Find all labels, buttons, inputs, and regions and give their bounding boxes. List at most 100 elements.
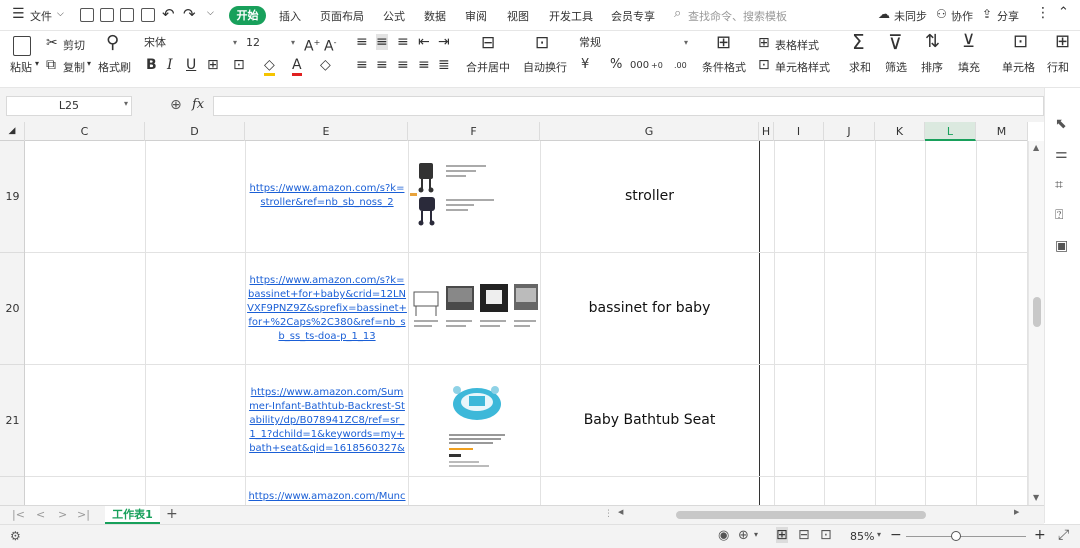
page-layout-view-icon[interactable]: ⊟	[798, 527, 810, 543]
cell-icon[interactable]: ⊡	[1013, 33, 1028, 51]
merge-center-icon[interactable]: ⊟	[481, 35, 495, 52]
select-pointer-icon[interactable]: ⬉	[1055, 116, 1067, 132]
row-header[interactable]: 19	[0, 141, 24, 253]
name-box[interactable]: L25	[6, 96, 132, 116]
column-header[interactable]: J	[824, 122, 875, 141]
fill-style-icon[interactable]: ⊡	[233, 57, 245, 73]
image-tool-icon[interactable]: ▣	[1055, 238, 1068, 254]
amazon-link-cell[interactable]: https://www.amazon.com/s?k=bassinet+for+…	[247, 274, 407, 346]
conditional-format-icon[interactable]: ⊞	[716, 34, 731, 52]
zoom-level[interactable]: 85%	[850, 530, 874, 543]
sheet-tab-active[interactable]: 工作表1	[105, 506, 160, 524]
tab-view[interactable]: 视图	[507, 8, 529, 24]
merge-center-button[interactable]: 合并居中	[466, 59, 510, 75]
align-center-icon[interactable]: ≡	[376, 57, 388, 73]
clear-format-icon[interactable]: ◇	[320, 57, 331, 73]
scroll-down-icon[interactable]: ▼	[1033, 493, 1039, 502]
decrease-decimal-icon[interactable]: .00	[674, 58, 687, 74]
sort-button[interactable]: 排序	[921, 59, 943, 75]
column-header[interactable]: K	[875, 122, 925, 141]
border-icon[interactable]: ⊞	[207, 57, 219, 73]
sum-button[interactable]: 求和	[849, 59, 871, 75]
sync-status[interactable]: 未同步	[894, 8, 927, 24]
font-name-select[interactable]: 宋体 ▾	[140, 35, 240, 53]
increase-font-icon[interactable]: A+	[304, 35, 320, 55]
column-header[interactable]: C	[25, 122, 145, 141]
select-all-corner[interactable]: ◢	[0, 122, 25, 141]
tab-member[interactable]: 会员专享	[611, 8, 655, 24]
tab-start[interactable]: 开始	[229, 6, 266, 25]
amazon-link-cell[interactable]: https://www.amazon.com/Munchk	[247, 490, 407, 505]
thousands-separator-icon[interactable]: 000	[630, 58, 649, 74]
first-sheet-icon[interactable]: |<	[12, 508, 25, 521]
scroll-left-icon[interactable]: ◀	[618, 508, 623, 516]
eye-protection-icon[interactable]: ◉	[718, 528, 729, 543]
indent-decrease-icon[interactable]: ⇤	[418, 34, 430, 50]
reading-mode-icon[interactable]: ⊕	[738, 528, 749, 543]
share-button[interactable]: 分享	[997, 8, 1019, 24]
hamburger-menu-icon[interactable]: ☰	[12, 6, 25, 22]
table-style-button[interactable]: 表格样式	[775, 37, 819, 53]
crop-icon[interactable]: ⌗	[1055, 177, 1063, 193]
table-style-icon[interactable]: ⊞	[758, 35, 770, 51]
more-options-icon[interactable]: ⋮	[1036, 5, 1050, 21]
font-color-icon[interactable]: A	[292, 57, 302, 76]
row-col-icon[interactable]: ⊞	[1055, 33, 1070, 51]
fullscreen-icon[interactable]: ⤢	[1058, 527, 1069, 543]
collaborate-button[interactable]: 协作	[951, 8, 973, 24]
increase-decimal-icon[interactable]: +0	[651, 58, 663, 74]
frozen-pane-divider[interactable]	[759, 141, 760, 505]
tab-developer[interactable]: 开发工具	[549, 8, 593, 24]
collapse-ribbon-icon[interactable]: ⌃	[1058, 5, 1069, 20]
filter-icon[interactable]: ⊽	[888, 32, 903, 52]
horizontal-scrollbar[interactable]: ◀ ▶	[616, 508, 1024, 520]
underline-icon[interactable]: U	[186, 57, 196, 73]
last-sheet-icon[interactable]: >|	[77, 508, 90, 521]
row-header[interactable]: 20	[0, 253, 24, 365]
wrap-text-icon[interactable]: ⊡	[535, 35, 549, 52]
cloud-sync-icon[interactable]: ☁	[878, 7, 890, 21]
decrease-font-icon[interactable]: A-	[324, 35, 336, 55]
add-sheet-icon[interactable]: +	[166, 506, 178, 522]
save-icon[interactable]	[80, 8, 94, 22]
tab-review[interactable]: 审阅	[465, 8, 487, 24]
column-header[interactable]: G	[540, 122, 759, 141]
zoom-in-icon[interactable]: +	[1034, 527, 1046, 543]
zoom-search-icon[interactable]: ⊕	[170, 97, 182, 113]
page-break-view-icon[interactable]: ⊡	[820, 527, 832, 543]
column-header[interactable]: D	[145, 122, 245, 141]
command-search-input[interactable]: 查找命令、搜索模板	[688, 8, 787, 24]
tab-data[interactable]: 数据	[424, 8, 446, 24]
scroll-splitter-icon[interactable]: ⋮	[604, 509, 613, 519]
undo-icon[interactable]: ↶	[162, 5, 175, 23]
zoom-slider-track[interactable]	[906, 536, 1026, 537]
scroll-up-icon[interactable]: ▲	[1033, 143, 1039, 152]
macro-record-icon[interactable]: ⚙	[10, 529, 21, 543]
prev-sheet-icon[interactable]: <	[36, 508, 45, 521]
print-icon[interactable]	[120, 8, 134, 22]
zoom-out-icon[interactable]: −	[890, 527, 902, 543]
reading-mode-dropdown-icon[interactable]: ▾	[754, 530, 758, 539]
file-dropdown-icon[interactable]: ⌵	[57, 9, 64, 19]
paste-dropdown-icon[interactable]: ▾	[35, 59, 39, 68]
cell-button[interactable]: 单元格	[1002, 59, 1035, 75]
cut-icon[interactable]: ✂	[46, 35, 58, 51]
print-preview-icon[interactable]	[141, 8, 155, 22]
conditional-format-button[interactable]: 条件格式	[702, 59, 746, 75]
share-icon[interactable]: ⇪	[982, 7, 992, 21]
paste-icon[interactable]	[13, 36, 31, 56]
currency-icon[interactable]: ¥	[581, 57, 589, 73]
file-menu[interactable]: 文件	[30, 8, 52, 24]
product-name-cell[interactable]: stroller	[540, 188, 759, 204]
align-right-icon[interactable]: ≡	[397, 57, 409, 73]
product-name-cell[interactable]: bassinet for baby	[540, 300, 759, 316]
column-header[interactable]: H	[759, 122, 774, 141]
tab-formula[interactable]: 公式	[383, 8, 405, 24]
column-header[interactable]: E	[245, 122, 408, 141]
cell-style-button[interactable]: 单元格样式	[775, 59, 830, 75]
next-sheet-icon[interactable]: >	[58, 508, 67, 521]
number-format-select[interactable]: 常规 ▾	[575, 35, 691, 53]
format-painter-button[interactable]: 格式刷	[98, 59, 131, 75]
cell-style-icon[interactable]: ⊡	[758, 57, 770, 73]
copy-button[interactable]: 复制	[63, 59, 85, 75]
